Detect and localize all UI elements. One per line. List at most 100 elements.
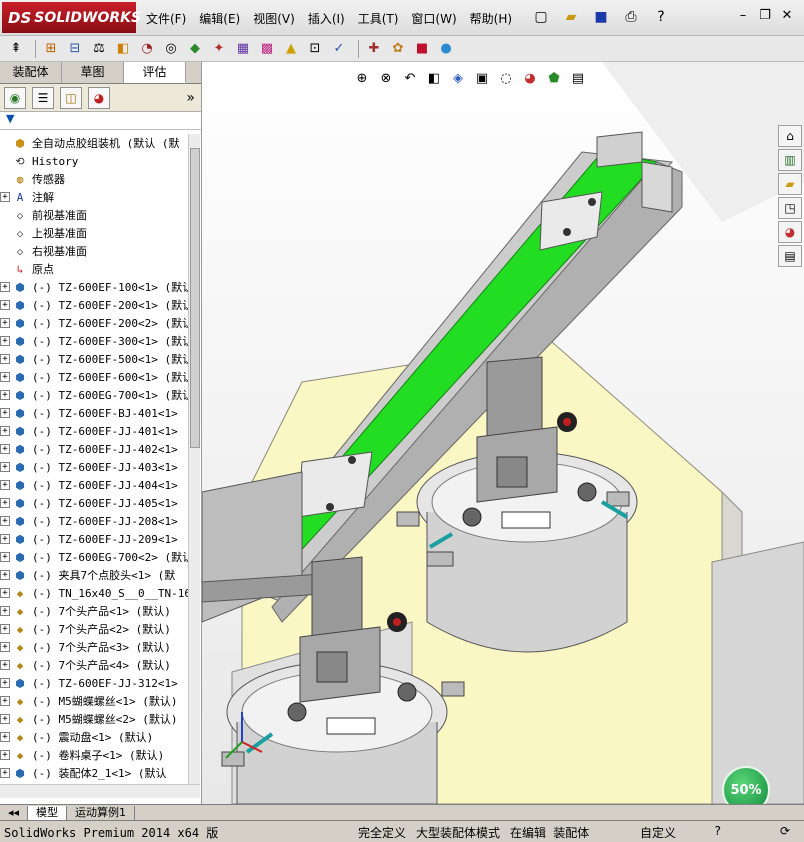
property-manager-icon[interactable]: ☰ — [32, 86, 54, 109]
view-orientation-icon[interactable]: ◈ — [448, 68, 468, 88]
tree-item[interactable]: + ⬢ (-) TZ-600EF-300<1> (默认 — [0, 332, 200, 350]
minimize-icon[interactable]: – — [732, 8, 754, 23]
new-document-icon[interactable]: ▢ — [530, 7, 552, 27]
tree-item[interactable]: + ⬢ (-) 装配体2_1<1> (默认 — [0, 764, 200, 782]
tree-horizontal-scrollbar[interactable] — [0, 784, 200, 798]
tree-item[interactable]: + ⬢ (-) TZ-600EF-500<1> (默认 — [0, 350, 200, 368]
edit-appearance-icon[interactable]: ◕ — [520, 68, 540, 88]
tree-item[interactable]: + ◆ (-) M5蝴蝶螺丝<1> (默认) — [0, 692, 200, 710]
tree-vertical-scrollbar[interactable] — [188, 134, 200, 784]
tree-item[interactable]: + ⬢ (-) TZ-600EF-JJ-208<1> — [0, 512, 200, 530]
tree-item[interactable]: ◇ 右视基准面 — [0, 242, 200, 260]
expand-icon[interactable]: + — [0, 192, 10, 202]
tree-item[interactable]: + ◆ (-) M5蝴蝶螺丝<2> (默认) — [0, 710, 200, 728]
tree-item[interactable]: + ⬢ (-) TZ-600EG-700<2> (默认 — [0, 548, 200, 566]
restore-icon[interactable]: ❐ — [754, 8, 776, 23]
expand-icon[interactable]: + — [0, 732, 10, 742]
expand-icon[interactable]: + — [0, 408, 10, 418]
display-manager-icon[interactable]: ◕ — [88, 86, 110, 109]
symmetry-check-icon[interactable]: ⊡ — [305, 40, 325, 58]
section-view-icon[interactable]: ◧ — [424, 68, 444, 88]
expand-icon[interactable]: + — [0, 444, 10, 454]
design-library-icon[interactable]: ▥ — [778, 149, 802, 171]
help-icon[interactable]: ? — [714, 824, 721, 838]
check-icon[interactable]: ✓ — [329, 40, 349, 58]
custom-properties-icon[interactable]: ▤ — [778, 245, 802, 267]
tree-item[interactable]: + ◆ (-) TN_16x40_S__0__TN-16 — [0, 584, 200, 602]
graphics-area[interactable]: ⊕ ⊗ ↶ ◧ ◈ ▣ ◌ ◕ ⬟ ▤ ⌂ ▥ ▰ ◳ ◕ ▤ — [202, 62, 804, 804]
view-settings-icon[interactable]: ▤ — [568, 68, 588, 88]
tree-item[interactable]: + ◆ (-) 7个头产品<1> (默认) — [0, 602, 200, 620]
print-icon[interactable]: ⎙ — [620, 7, 642, 27]
expand-icon[interactable]: + — [0, 426, 10, 436]
expand-icon[interactable]: + — [0, 678, 10, 688]
tree-item[interactable]: + ◆ (-) 7个头产品<2> (默认) — [0, 620, 200, 638]
expand-icon[interactable]: + — [0, 534, 10, 544]
resources-icon[interactable]: ⌂ — [778, 125, 802, 147]
expand-icon[interactable]: + — [0, 462, 10, 472]
expand-icon[interactable]: + — [0, 498, 10, 508]
tree-item[interactable]: + ◆ (-) 7个头产品<4> (默认) — [0, 656, 200, 674]
tree-item[interactable]: + A 注解 — [0, 188, 200, 206]
tree-item[interactable]: ◇ 上视基准面 — [0, 224, 200, 242]
expand-icon[interactable]: + — [0, 552, 10, 562]
tree-item[interactable]: + ◆ (-) 7个头产品<3> (默认) — [0, 638, 200, 656]
expand-icon[interactable]: + — [0, 606, 10, 616]
help-icon[interactable]: ? — [650, 7, 672, 27]
tree-item[interactable]: ◍ 传感器 — [0, 170, 200, 188]
view-palette-icon[interactable]: ◳ — [778, 197, 802, 219]
tree-item[interactable]: ◇ 前视基准面 — [0, 206, 200, 224]
tree-item[interactable]: + ⬢ (-) TZ-600EG-700<1> (默认 — [0, 386, 200, 404]
expand-icon[interactable]: + — [0, 696, 10, 706]
expand-icon[interactable]: + — [0, 588, 10, 598]
panel-more-icon[interactable]: » — [186, 90, 195, 106]
menu-tools[interactable]: 工具(T) — [358, 10, 399, 27]
tab-sketch[interactable]: 草图 — [62, 62, 124, 83]
menu-file[interactable]: 文件(F) — [146, 10, 186, 27]
previous-view-icon[interactable]: ↶ — [400, 68, 420, 88]
tree-root[interactable]: ⬢ 全自动点胶组装机 (默认 (默 — [0, 134, 200, 152]
tree-item[interactable]: + ⬢ (-) TZ-600EF-JJ-403<1> — [0, 458, 200, 476]
expand-icon[interactable]: + — [0, 354, 10, 364]
apply-scene-icon[interactable]: ⬟ — [544, 68, 564, 88]
expand-icon[interactable]: + — [0, 570, 10, 580]
configuration-manager-icon[interactable]: ◫ — [60, 86, 82, 109]
tree-item[interactable]: + ⬢ (-) TZ-600EF-100<1> (默认 — [0, 278, 200, 296]
tree-item[interactable]: + ⬢ (-) TZ-600EF-JJ-401<1> — [0, 422, 200, 440]
file-explorer-icon[interactable]: ▰ — [778, 173, 802, 195]
expand-icon[interactable]: + — [0, 642, 10, 652]
expand-icon[interactable]: + — [0, 714, 10, 724]
measure-icon[interactable]: ⊞ — [41, 40, 61, 58]
status-custom[interactable]: 自定义 — [640, 824, 676, 841]
menu-window[interactable]: 窗口(W) — [411, 10, 456, 27]
tree-item[interactable]: + ⬢ (-) TZ-600EF-JJ-312<1> — [0, 674, 200, 692]
tab-motion-study[interactable]: 运动算例1 — [67, 805, 136, 820]
expand-icon[interactable]: + — [0, 336, 10, 346]
tree-item[interactable]: ↳ 原点 — [0, 260, 200, 278]
menu-help[interactable]: 帮助(H) — [470, 10, 512, 27]
menu-view[interactable]: 视图(V) — [253, 10, 295, 27]
select-tool-icon[interactable]: ⇞ — [6, 40, 26, 58]
tree-item[interactable]: + ⬢ (-) TZ-600EF-JJ-405<1> — [0, 494, 200, 512]
expand-icon[interactable]: + — [0, 768, 10, 778]
tree-item[interactable]: + ◆ (-) 卷料桌子<1> (默认) — [0, 746, 200, 764]
tree-item[interactable]: + ⬢ (-) TZ-600EF-600<1> (默认 — [0, 368, 200, 386]
menu-insert[interactable]: 插入(I) — [308, 10, 345, 27]
tree-item[interactable]: + ⬢ (-) TZ-600EF-200<2> (默认 — [0, 314, 200, 332]
scroll-left-icon[interactable]: ◂◂ — [0, 805, 29, 820]
display-style-icon[interactable]: ▣ — [472, 68, 492, 88]
performance-icon[interactable]: ◆ — [185, 40, 205, 58]
expand-icon[interactable]: + — [0, 516, 10, 526]
sustainability-icon[interactable]: ● — [436, 40, 456, 58]
costing-icon[interactable]: ■ — [412, 40, 432, 58]
hole-alignment-icon[interactable]: ◎ — [161, 40, 181, 58]
tree-item[interactable]: + ⬢ (-) TZ-600EF-200<1> (默认 — [0, 296, 200, 314]
tree-item[interactable]: ⟲ History — [0, 152, 200, 170]
tab-assembly[interactable]: 装配体 — [0, 62, 62, 83]
expand-icon[interactable]: + — [0, 372, 10, 382]
tree-item[interactable]: + ⬢ (-) TZ-600EF-JJ-209<1> — [0, 530, 200, 548]
tab-evaluate[interactable]: 评估 — [124, 62, 186, 83]
curvature-icon[interactable]: ▩ — [257, 40, 277, 58]
expand-icon[interactable]: + — [0, 624, 10, 634]
zoom-to-fit-icon[interactable]: ⊕ — [352, 68, 372, 88]
